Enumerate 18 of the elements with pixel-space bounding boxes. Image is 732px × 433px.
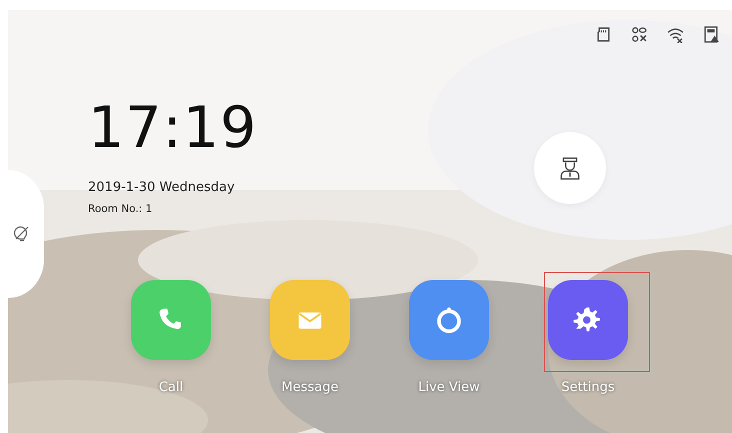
link-off-icon bbox=[631, 26, 648, 43]
alarm-panel-icon bbox=[703, 26, 720, 43]
app-button[interactable] bbox=[548, 280, 628, 360]
room-number: Room No.: 1 bbox=[88, 203, 154, 215]
app-label: Message bbox=[282, 380, 338, 395]
camera-ring-icon bbox=[434, 305, 464, 335]
app-button[interactable] bbox=[409, 280, 489, 360]
app-label: Settings bbox=[561, 380, 615, 395]
app-button[interactable] bbox=[131, 280, 211, 360]
date-text: 2019-1-30 Wednesday bbox=[88, 180, 236, 195]
sd-card-icon bbox=[595, 26, 612, 43]
clock-time: 17:19 bbox=[88, 96, 258, 160]
bulb-off-icon bbox=[14, 225, 30, 243]
app-button[interactable] bbox=[270, 280, 350, 360]
guard-icon bbox=[559, 156, 581, 180]
app-label: Live View bbox=[418, 380, 480, 395]
wifi-off-icon bbox=[667, 26, 684, 43]
app-label: Call bbox=[158, 380, 184, 395]
